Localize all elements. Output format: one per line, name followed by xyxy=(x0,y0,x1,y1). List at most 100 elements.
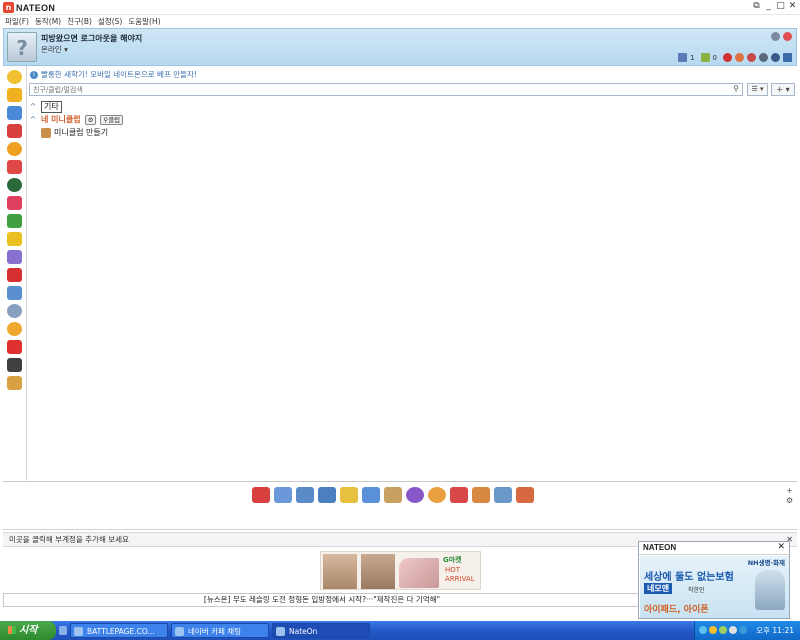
menu-bar: 파일(F) 동작(M) 친구(B) 설정(S) 도움말(H) xyxy=(0,15,800,28)
taskbar-item-nateon[interactable]: NateOn xyxy=(272,623,370,638)
gmarket-icon[interactable] xyxy=(7,214,22,228)
club-settings-icon[interactable]: ⚙ xyxy=(84,114,97,125)
menu-settings[interactable]: 설정(S) xyxy=(98,16,122,27)
search-box: ⚲ xyxy=(29,83,743,96)
remote-tool-icon[interactable] xyxy=(384,487,402,503)
avatar[interactable]: ? xyxy=(7,32,37,62)
group-etc-row[interactable]: ^ 기타 xyxy=(29,100,789,113)
sms-tool-icon[interactable] xyxy=(296,487,314,503)
windows-flag-icon xyxy=(8,626,16,634)
menu-friends[interactable]: 친구(B) xyxy=(67,16,92,27)
shopping-icon[interactable] xyxy=(7,196,22,210)
minimize-button[interactable]: _ xyxy=(764,1,773,12)
quick-launch-icon[interactable] xyxy=(59,626,67,635)
smart-world-icon[interactable] xyxy=(7,340,22,354)
cyworld-tool-icon[interactable] xyxy=(252,487,270,503)
presence-dropdown[interactable]: 온라인 ▾ xyxy=(41,44,68,55)
note-tool-icon[interactable] xyxy=(494,487,512,503)
menu-action[interactable]: 동작(M) xyxy=(35,16,61,27)
document-icon[interactable] xyxy=(7,286,22,300)
group-club-label: 네 미니클럽 xyxy=(41,115,81,124)
avatar-tool-icon[interactable] xyxy=(406,487,424,503)
popup-sub: 착한인 xyxy=(688,587,705,594)
bell-icon[interactable] xyxy=(7,142,22,156)
popup-prize: 아이패드, 아이폰 xyxy=(644,605,709,615)
ad-banner[interactable]: G마켓 HOT ARRIVAL xyxy=(320,551,481,590)
close-icon[interactable]: ✕ xyxy=(777,542,785,552)
search-input[interactable] xyxy=(30,84,730,95)
globe-icon[interactable] xyxy=(7,304,22,318)
mail-icon[interactable] xyxy=(678,53,688,62)
search-icon[interactable]: ⚲ xyxy=(733,84,739,93)
maximize-button[interactable]: □ xyxy=(776,1,785,12)
menu-file[interactable]: 파일(F) xyxy=(5,16,29,27)
search-tool-icon[interactable] xyxy=(450,487,468,503)
popup-tag: 네모맨 xyxy=(644,583,673,594)
music-icon[interactable] xyxy=(7,250,22,264)
nateon-tray-icon[interactable] xyxy=(739,626,747,634)
club-item-label: 미니클럽 만들기 xyxy=(54,128,109,137)
taskbar-item-battlepage[interactable]: BATTLEPAGE.CO... xyxy=(70,623,168,638)
notice-bar[interactable]: i 빨롱한 새학기! 모바일 네이트온으로 베프 만들자! xyxy=(30,69,197,80)
volume-icon[interactable] xyxy=(729,626,737,634)
tools-icon[interactable] xyxy=(771,53,780,62)
gift-icon[interactable] xyxy=(7,160,22,174)
ad-person-image xyxy=(755,570,785,610)
cyworld-icon[interactable] xyxy=(723,53,732,62)
plus-icon[interactable]: + xyxy=(786,486,793,495)
status-message[interactable]: 피방왔으면 로그아웃을 해야지 xyxy=(41,33,142,44)
emoticon-icon[interactable] xyxy=(7,70,22,84)
chat-bubble-icon[interactable] xyxy=(7,322,22,336)
save-icon[interactable] xyxy=(783,53,792,62)
ad-headline-line-1: HOT xyxy=(445,566,461,574)
cyworld-icon[interactable] xyxy=(7,124,22,138)
system-tray: 오후 11:21 xyxy=(694,621,800,640)
share-icon[interactable] xyxy=(771,32,780,41)
play-tool-icon[interactable] xyxy=(428,487,446,503)
gear-icon[interactable]: ⚙ xyxy=(786,496,793,505)
news-ticker[interactable]: [뉴스온] 무도 레슬링 도전 정형돈 입방정에서 시작?···"제작진은 다 … xyxy=(3,593,641,607)
left-toolbar xyxy=(3,66,27,481)
speaker-icon[interactable] xyxy=(7,376,22,390)
window-controls: ⧉ _ □ ✕ xyxy=(752,1,797,12)
settings-icon[interactable] xyxy=(759,53,768,62)
mail-tool-icon[interactable] xyxy=(274,487,292,503)
view-list-button[interactable]: ☰ ▾ xyxy=(747,83,768,96)
home-icon[interactable] xyxy=(747,53,756,62)
paint-tool-icon[interactable] xyxy=(472,487,490,503)
status-icon[interactable] xyxy=(783,32,792,41)
list-item[interactable]: 미니클럽 만들기 xyxy=(41,126,789,139)
close-button[interactable]: ✕ xyxy=(788,1,797,12)
star-icon[interactable] xyxy=(7,88,22,102)
file-tool-icon[interactable] xyxy=(362,487,380,503)
taskbar-item-naver-cafe[interactable]: 네이버 카페 채팅 xyxy=(171,623,269,638)
restore-button[interactable]: ⧉ xyxy=(752,1,761,12)
add-friend-button[interactable]: + ▾ xyxy=(771,83,795,96)
ad-brand: G마켓 xyxy=(443,556,462,564)
cube-icon[interactable] xyxy=(7,268,22,282)
club-search-button[interactable]: ⚲클럽 xyxy=(100,114,124,125)
start-button[interactable]: 시작 xyxy=(0,621,56,640)
profile-panel: ? 피방왔으면 로그아웃을 해야지 온라인 ▾ 1 0 xyxy=(3,28,797,66)
menu-help[interactable]: 도움말(H) xyxy=(128,16,160,27)
memo-tool-icon[interactable] xyxy=(340,487,358,503)
ad-image-skirt xyxy=(361,554,395,589)
phone-tool-icon[interactable] xyxy=(318,487,336,503)
app-name: NATEON xyxy=(16,2,56,13)
puzzle-icon[interactable] xyxy=(7,232,22,246)
window-icon[interactable] xyxy=(7,106,22,120)
game-icon[interactable] xyxy=(7,178,22,192)
friend-tree: ^ 기타 ^ 네 미니클럽 ⚙ ⚲클럽 미니클럽 만들기 xyxy=(29,100,789,139)
smile-icon[interactable] xyxy=(735,53,744,62)
clock: 오후 11:21 xyxy=(756,626,794,635)
update-icon[interactable] xyxy=(719,626,727,634)
emoticon-tray-icon[interactable] xyxy=(709,626,717,634)
taskbar: 시작 BATTLEPAGE.CO... 네이버 카페 채팅 NateOn 오후 … xyxy=(0,621,800,640)
memo-icon[interactable] xyxy=(700,53,710,62)
notice-text: 빨롱한 새학기! 모바일 네이트온으로 베프 만들자! xyxy=(41,70,197,79)
network-icon[interactable] xyxy=(699,626,707,634)
popup-ad-body[interactable]: NH생명·화재 세상에 둘도 없는보험 네모맨 착한인 아이패드, 아이폰 xyxy=(640,556,789,618)
film-icon[interactable] xyxy=(7,358,22,372)
board-tool-icon[interactable] xyxy=(516,487,534,503)
group-club-row[interactable]: ^ 네 미니클럽 ⚙ ⚲클럽 xyxy=(29,113,789,126)
